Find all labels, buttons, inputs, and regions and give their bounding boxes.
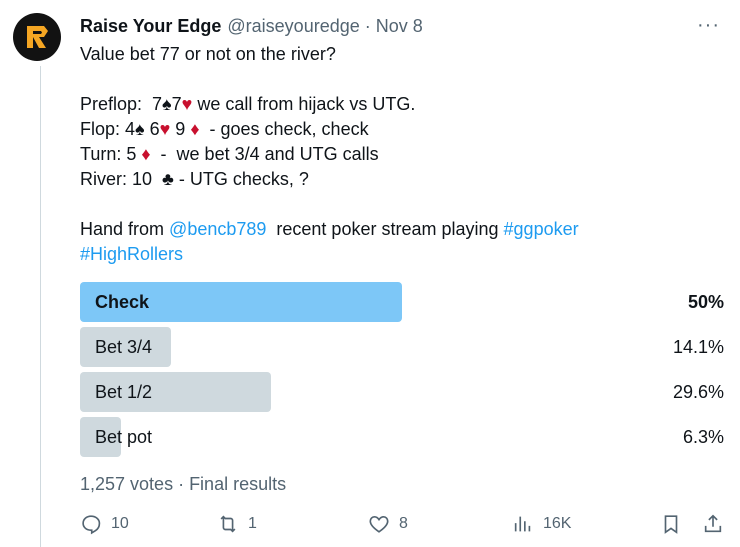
hashtag-link-highrollers[interactable]: #HighRollers	[80, 244, 183, 264]
heart-suit-icon: ♥	[159, 119, 171, 139]
retweet-count: 1	[248, 515, 257, 532]
spade-icon: ♠	[135, 119, 145, 139]
tweet-line-hashtag: #HighRollers	[80, 242, 720, 267]
tweet-date[interactable]: Nov 8	[376, 16, 423, 37]
author-name[interactable]: Raise Your Edge	[80, 16, 221, 37]
club-icon: ♣	[162, 169, 174, 189]
thread-line	[40, 66, 41, 547]
hashtag-link-ggpoker[interactable]: #ggpoker	[504, 219, 579, 239]
poll-option-percent: 29.6%	[672, 382, 724, 402]
retweet-button[interactable]: 1	[217, 510, 257, 538]
river-text: River: 10	[80, 169, 163, 189]
flop-text: Flop: 4	[80, 119, 136, 139]
tweet-line-preflop: Preflop: 7♠7♥ we call from hijack vs UTG…	[80, 92, 720, 117]
poll: Check 50% Bet 3/4 14.1% Bet 1/2 29.6% Be…	[80, 282, 724, 462]
share-icon	[704, 514, 722, 533]
views-button[interactable]: 16K	[512, 510, 571, 538]
poll-option-label: Bet 1/2	[95, 382, 153, 402]
flop-rank: 6	[144, 119, 160, 139]
diamond-icon: ♦	[190, 119, 200, 139]
poll-option-percent: 50%	[687, 292, 724, 312]
more-options-icon[interactable]: ···	[697, 14, 720, 37]
river-action: - UTG checks, ?	[173, 169, 309, 189]
reply-count: 10	[111, 515, 129, 532]
poll-option: Check 50%	[80, 282, 724, 322]
hand-text: recent poker stream playing	[266, 219, 504, 239]
author-handle[interactable]: @raiseyouredge	[227, 16, 359, 37]
turn-action: - we bet 3/4 and UTG calls	[150, 144, 379, 164]
raise-your-edge-logo-icon	[27, 26, 48, 48]
mention-link[interactable]: @bencb789	[169, 219, 266, 239]
poll-option-percent: 14.1%	[672, 337, 724, 357]
hand-text: Hand from	[80, 219, 170, 239]
poll-option-label: Bet pot	[95, 427, 153, 447]
preflop-text: Preflop: 7	[80, 94, 163, 114]
bookmark-button[interactable]	[660, 510, 682, 538]
views-count: 16K	[543, 515, 572, 532]
preflop-rank: 7	[171, 94, 182, 114]
heart-suit-icon: ♥	[181, 94, 193, 114]
preflop-action: we call from hijack vs UTG.	[192, 94, 416, 114]
tweet-line-flop: Flop: 4♠ 6♥ 9 ♦ - goes check, check	[80, 117, 720, 142]
tweet-text: Value bet 77 or not on the river? Preflo…	[80, 42, 720, 267]
flop-action: - goes check, check	[199, 119, 369, 139]
avatar[interactable]	[13, 13, 61, 61]
tweet-line-hand: Hand from @bencb789 recent poker stream …	[80, 217, 720, 242]
action-bar: 10 1 8 16K	[80, 510, 724, 538]
reply-icon	[82, 515, 101, 535]
poll-option-percent: 6.3%	[682, 427, 724, 447]
poll-summary: 1,257 votes · Final results	[80, 474, 287, 494]
like-button[interactable]: 8	[368, 510, 408, 538]
tweet-line-turn: Turn: 5 ♦ - we bet 3/4 and UTG calls	[80, 142, 720, 167]
spade-icon: ♠	[162, 94, 172, 114]
tweet-line-question: Value bet 77 or not on the river?	[80, 44, 336, 64]
poll-option: Bet pot 6.3%	[80, 417, 724, 457]
poll-option-label: Check	[95, 292, 150, 312]
reply-button[interactable]: 10	[80, 510, 129, 538]
like-count: 8	[399, 515, 408, 532]
views-icon	[514, 516, 531, 532]
diamond-icon: ♦	[141, 144, 151, 164]
tweet-line-river: River: 10 ♣ - UTG checks, ?	[80, 167, 720, 192]
share-button[interactable]	[702, 510, 724, 538]
retweet-icon	[220, 515, 236, 533]
poll-option-label: Bet 3/4	[95, 337, 153, 357]
bookmark-icon	[664, 515, 678, 534]
turn-text: Turn: 5	[80, 144, 142, 164]
poll-option: Bet 1/2 29.6%	[80, 372, 724, 412]
poll-option: Bet 3/4 14.1%	[80, 327, 724, 367]
tweet-header: Raise Your Edge @raiseyouredge · Nov 8 ·…	[80, 14, 720, 38]
heart-icon	[369, 516, 389, 533]
flop-rank: 9	[170, 119, 191, 139]
separator-dot: ·	[364, 15, 371, 36]
